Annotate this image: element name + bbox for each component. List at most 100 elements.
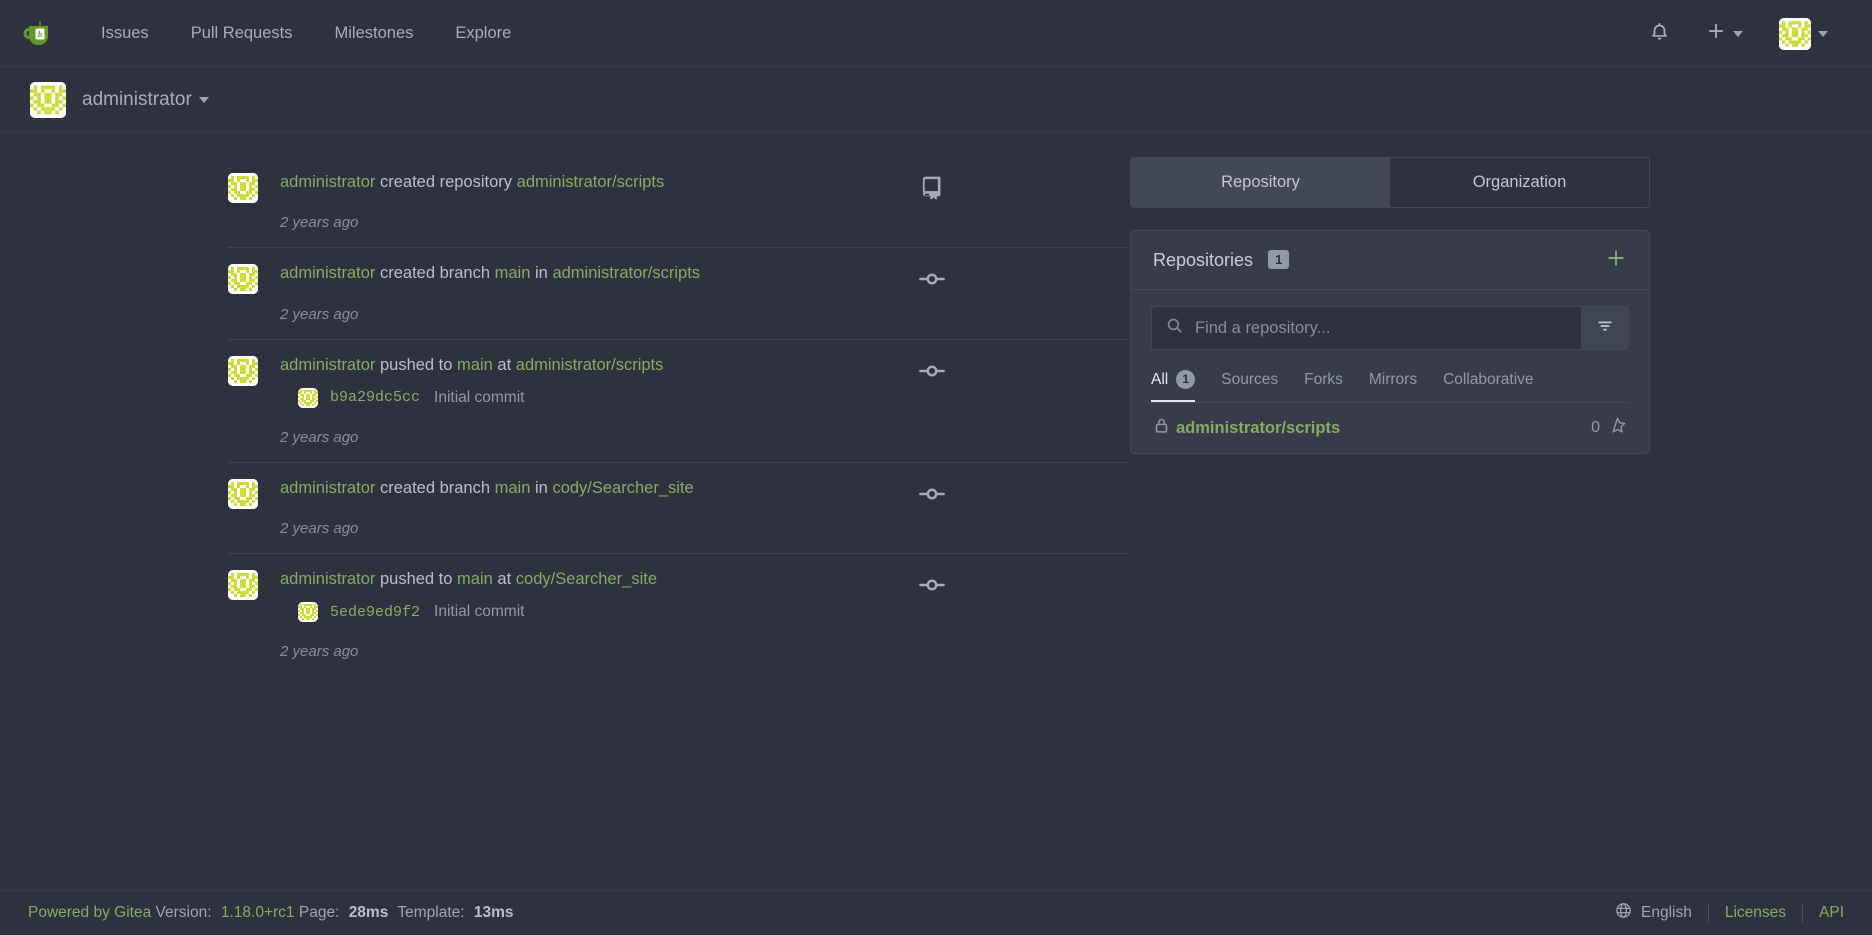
activity-action: pushed to	[379, 355, 453, 374]
filter-icon	[1596, 317, 1614, 340]
activity-body: administrator created repository adminis…	[280, 171, 1130, 231]
activity-timestamp: 2 years ago	[280, 520, 359, 538]
nav-link-milestones[interactable]: Milestones	[314, 0, 435, 67]
chevron-down-icon[interactable]	[198, 97, 209, 103]
activity-item: administrator pushed to main at cody/Sea…	[228, 554, 1130, 676]
activity-repo-link[interactable]: cody/Searcher_site	[552, 479, 693, 497]
activity-text: administrator pushed to main at cody/Sea…	[280, 568, 1090, 590]
commit-sha-link[interactable]: 5ede9ed9f2	[330, 604, 420, 621]
activity-actor-link[interactable]: administrator	[280, 479, 375, 497]
activity-branch-link[interactable]: main	[457, 570, 493, 588]
user-context-bar: administrator	[0, 67, 1872, 133]
new-repository-button[interactable]	[1605, 247, 1627, 273]
filter-tab-all[interactable]: All 1	[1151, 366, 1196, 402]
activity-actor-avatar[interactable]	[228, 478, 258, 509]
activity-branch-link[interactable]: main	[495, 264, 531, 282]
globe-icon	[1615, 902, 1641, 924]
licenses-link[interactable]: Licenses	[1725, 904, 1786, 922]
activity-feed-column: administrator created repository adminis…	[0, 157, 1130, 890]
chevron-down-icon	[1818, 30, 1828, 37]
repository-name-link[interactable]: administrator/scripts	[1176, 419, 1340, 438]
filter-button[interactable]	[1581, 306, 1629, 350]
activity-actor-link[interactable]: administrator	[280, 264, 375, 282]
tab-organization[interactable]: Organization	[1390, 158, 1649, 207]
activity-commit-row: b9a29dc5cc Initial commit	[280, 387, 1090, 408]
footer-divider	[1802, 904, 1804, 922]
filter-tab-mirrors[interactable]: Mirrors	[1369, 367, 1417, 402]
activity-text: administrator created repository adminis…	[280, 171, 1090, 193]
activity-repo-link[interactable]: administrator/scripts	[516, 356, 664, 374]
filter-tab-sources[interactable]: Sources	[1221, 367, 1278, 402]
filter-tab-label: Forks	[1304, 370, 1343, 388]
repo-icon	[919, 175, 945, 206]
git-commit-icon	[919, 266, 945, 297]
star-count-value: 0	[1591, 419, 1600, 436]
plus-icon	[1608, 250, 1624, 266]
activity-actor-avatar[interactable]	[228, 264, 258, 295]
create-new-button[interactable]	[1688, 0, 1761, 67]
repository-search-wrap	[1151, 306, 1581, 350]
language-selector[interactable]: English	[1615, 902, 1692, 924]
activity-item: administrator pushed to main at administ…	[228, 340, 1130, 463]
notifications-button[interactable]	[1631, 0, 1688, 67]
search-icon	[1166, 317, 1183, 339]
activity-actor-avatar[interactable]	[228, 570, 258, 601]
filter-tab-forks[interactable]: Forks	[1304, 367, 1343, 402]
activity-branch-link[interactable]: main	[495, 479, 531, 497]
template-time-label: Template:	[397, 904, 465, 921]
activity-actor-link[interactable]: administrator	[280, 173, 375, 191]
activity-item: administrator created branch main in cod…	[228, 463, 1130, 555]
version-label: Version:	[155, 904, 212, 921]
activity-timestamp: 2 years ago	[280, 428, 359, 446]
activity-preposition: in	[535, 478, 548, 497]
git-commit-icon	[919, 358, 945, 389]
activity-repo-link[interactable]: administrator/scripts	[552, 264, 700, 282]
activity-preposition: in	[535, 264, 548, 283]
activity-actor-link[interactable]: administrator	[280, 570, 375, 588]
activity-branch-link[interactable]: main	[457, 356, 493, 374]
activity-repo-link[interactable]: administrator/scripts	[517, 173, 665, 191]
sidebar-column: Repository Organization Repositories 1 F…	[1130, 157, 1650, 890]
commit-author-avatar	[298, 387, 318, 408]
filter-tab-label: Mirrors	[1368, 370, 1418, 388]
activity-item: administrator created repository adminis…	[228, 157, 1130, 249]
activity-body: administrator created branch main in adm…	[280, 262, 1130, 322]
gitea-logo-icon[interactable]: b	[22, 17, 56, 51]
repository-list-item[interactable]: administrator/scripts 0	[1131, 403, 1649, 453]
navbar-right	[1631, 0, 1846, 67]
activity-body: administrator pushed to main at administ…	[280, 354, 1130, 446]
tab-repository[interactable]: Repository	[1131, 158, 1390, 207]
lock-icon	[1153, 417, 1170, 439]
star-icon	[1600, 416, 1627, 440]
activity-repo-link[interactable]: cody/Searcher_site	[516, 570, 657, 588]
repositories-panel-body: All 1 Sources Forks Mirrors Collaborative adm…	[1131, 290, 1649, 453]
nav-link-pull-requests[interactable]: Pull Requests	[170, 0, 314, 67]
activity-actor-avatar[interactable]	[228, 355, 258, 386]
commit-message: Initial commit	[434, 388, 525, 406]
activity-action: created branch	[379, 264, 491, 283]
user-menu-button[interactable]	[1761, 0, 1846, 67]
commit-sha-link[interactable]: b9a29dc5cc	[330, 389, 420, 406]
page-time-value: 28ms	[348, 904, 389, 921]
nav-link-explore[interactable]: Explore	[434, 0, 532, 67]
repository-star-count: 0	[1591, 416, 1627, 440]
version-value[interactable]: 1.18.0+rc1	[221, 904, 295, 921]
top-navbar: b Issues Pull Requests Milestones Explor…	[0, 0, 1872, 67]
repositories-count-badge: 1	[1268, 249, 1290, 269]
page-time-label: Page:	[298, 904, 340, 921]
plus-icon	[1706, 21, 1726, 46]
filter-tab-badge: 1	[1176, 370, 1196, 389]
chevron-down-icon	[1733, 30, 1743, 37]
git-commit-icon	[919, 481, 945, 512]
api-link[interactable]: API	[1819, 904, 1844, 922]
activity-actor-avatar[interactable]	[228, 173, 258, 203]
svg-text:b: b	[38, 29, 42, 39]
repositories-panel-header: Repositories 1	[1131, 231, 1649, 290]
footer-left: Powered by Gitea Version: 1.18.0+rc1 Pag…	[28, 904, 519, 922]
filter-tab-collaborative[interactable]: Collaborative	[1443, 367, 1533, 402]
search-input[interactable]	[1195, 318, 1567, 338]
nav-link-issues[interactable]: Issues	[80, 0, 170, 67]
powered-by-gitea-link[interactable]: Powered by Gitea	[28, 904, 151, 921]
activity-actor-link[interactable]: administrator	[280, 356, 375, 374]
activity-text: administrator created branch main in adm…	[280, 262, 1090, 284]
